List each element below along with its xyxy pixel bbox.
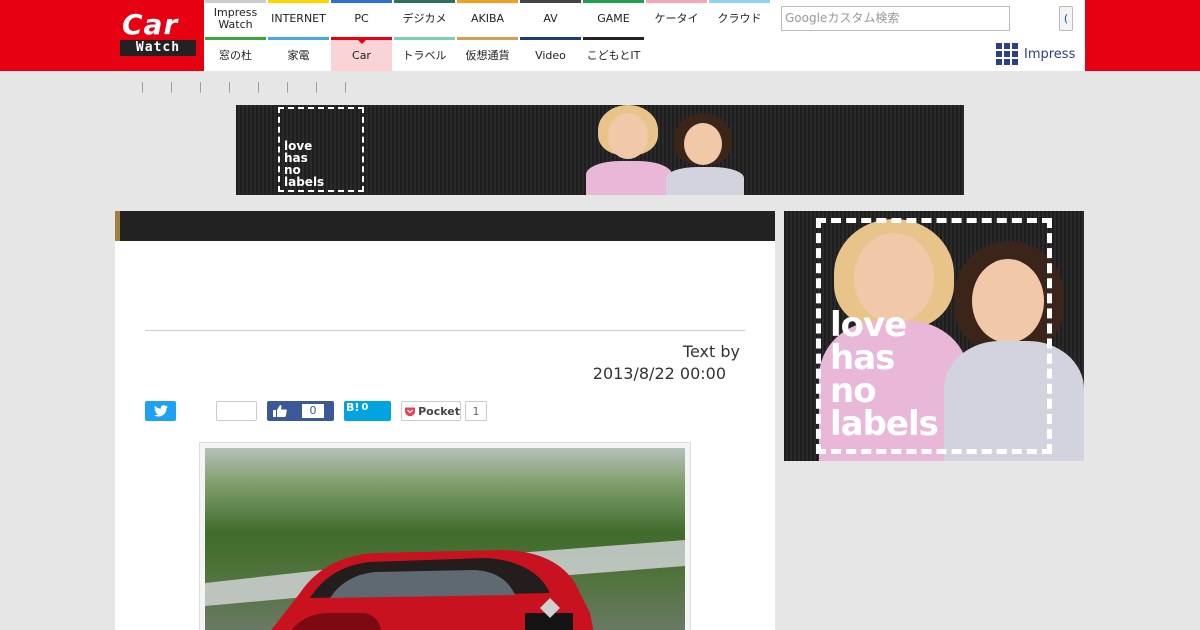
search-button[interactable]: ( [1059, 6, 1073, 31]
pocket-count: 1 [465, 401, 487, 421]
article-date: 2013/8/22 00:00 [592, 364, 726, 383]
nav-item[interactable]: 窓の杜 [205, 37, 266, 71]
nav-item[interactable]: GAME [583, 0, 644, 34]
impress-label: Impress [1024, 46, 1076, 62]
ad-banner-side[interactable]: love has no labels [784, 211, 1084, 461]
impress-link[interactable]: Impress [996, 43, 1075, 65]
nav-item[interactable]: PC [331, 0, 392, 34]
nav-item[interactable]: Impress Watch [205, 0, 266, 34]
breadcrumb-separator: | [227, 80, 232, 93]
twitter-share-button[interactable] [145, 401, 176, 421]
pocket-button[interactable]: Pocket [401, 401, 461, 421]
breadcrumb-separator: | [198, 80, 203, 93]
nav-item-active[interactable]: Car [331, 37, 392, 71]
red-car-image [205, 540, 685, 630]
banner-slogan: love has no labels [284, 139, 325, 189]
article-photo-frame [199, 442, 691, 630]
article-panel: Text by 2013/8/22 00:00 0 B! 0 Pocket 1 [115, 211, 775, 630]
breadcrumb-separator: | [343, 80, 348, 93]
breadcrumb-separator: | [314, 80, 319, 93]
thumbs-up-icon [273, 405, 287, 417]
twitter-icon [153, 405, 168, 417]
girl-image-1 [586, 105, 676, 195]
girl-image-2 [666, 113, 746, 195]
breadcrumb-separator: | [140, 80, 145, 93]
hatena-bookmark-button[interactable]: B! 0 [344, 401, 391, 421]
breadcrumb-separator: | [169, 80, 174, 93]
breadcrumb: | | | | | | | | [128, 80, 360, 94]
logo-watch-text: Watch [120, 40, 196, 56]
pocket-label: Pocket [418, 404, 460, 418]
ad-banner-top[interactable]: love has no labels [236, 105, 964, 195]
grid-icon [996, 43, 1018, 65]
nav-item[interactable]: AV [520, 0, 581, 34]
nav-item[interactable]: INTERNET [268, 0, 329, 34]
facebook-like-button[interactable]: 0 [267, 401, 334, 421]
logo-car-text: Car [122, 8, 179, 41]
nav-item[interactable]: AKIBA [457, 0, 518, 34]
banner-slogan: love has no labels [830, 305, 939, 444]
article-photo[interactable] [205, 448, 685, 630]
site-logo[interactable]: Car Watch [118, 8, 200, 56]
hatena-icon: B! [346, 401, 360, 414]
divider [145, 330, 745, 331]
nav-item[interactable]: Video [520, 37, 581, 71]
breadcrumb-separator: | [256, 80, 261, 93]
search-input[interactable]: Googleカスタム検索 [781, 6, 1010, 31]
nav-item[interactable]: こどもとIT [583, 37, 644, 71]
twitter-count [216, 401, 257, 421]
nav-item[interactable]: トラベル [394, 37, 455, 71]
nav-item[interactable]: クラウド [709, 0, 770, 34]
nav-item[interactable]: デジカメ [394, 0, 455, 34]
hatena-count: 0 [361, 402, 369, 413]
nav-item[interactable]: ケータイ [646, 0, 707, 34]
breadcrumb-separator: | [285, 80, 290, 93]
article-title-bar [115, 211, 775, 241]
nav-item[interactable]: 家電 [268, 37, 329, 71]
pocket-icon [405, 407, 416, 416]
nav-item[interactable]: 仮想通貨 [457, 37, 518, 71]
facebook-count: 0 [302, 404, 324, 418]
article-author: Text by [682, 342, 740, 361]
